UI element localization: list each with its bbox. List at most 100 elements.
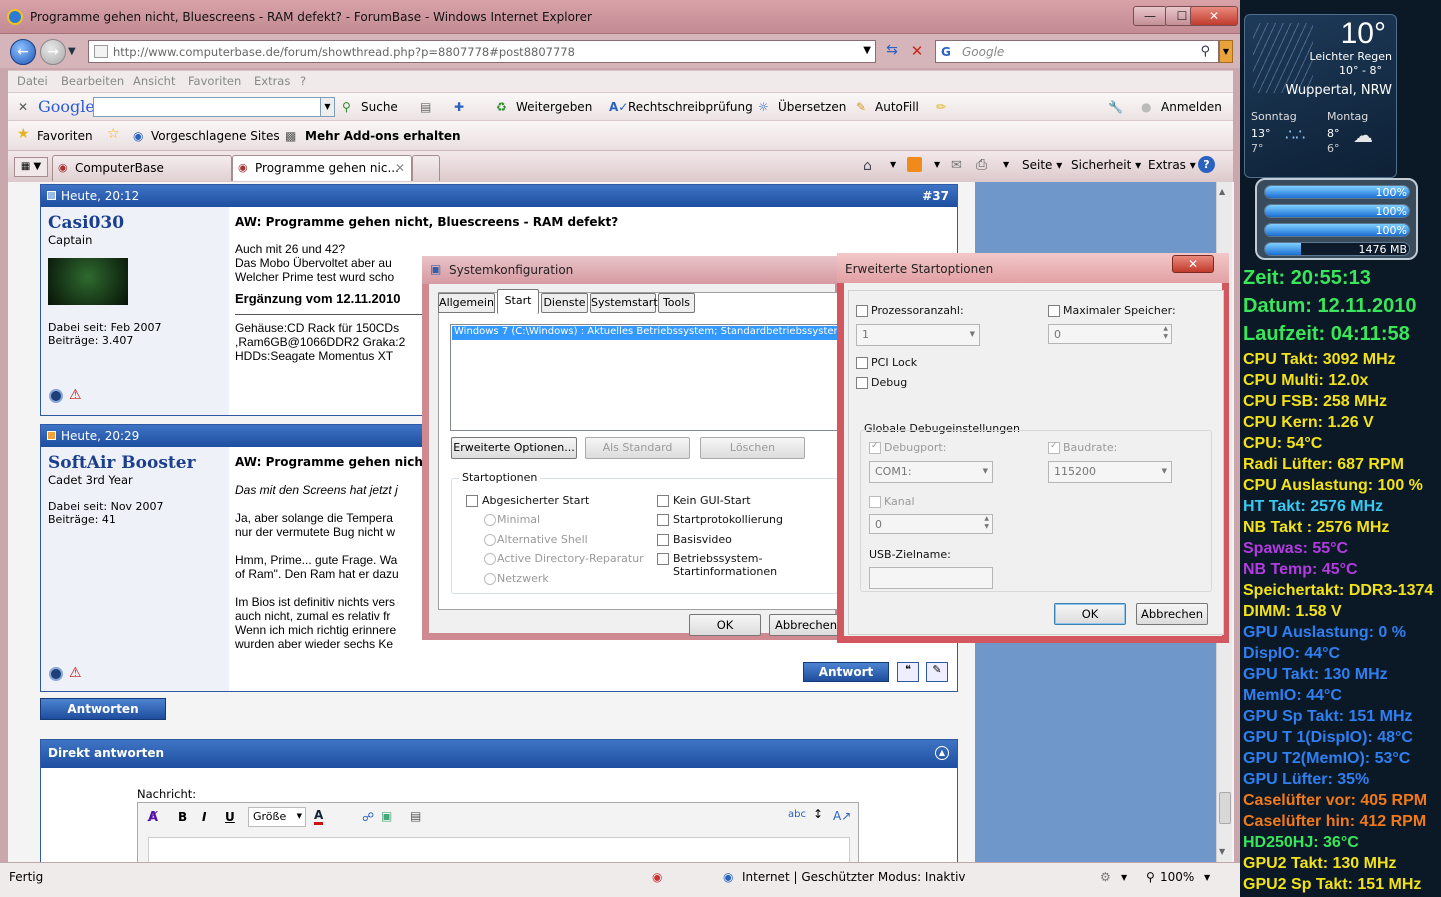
max-memory-input[interactable]: 0 ▲ ▼	[1048, 324, 1172, 344]
advanced-close-button[interactable]: ✕	[1172, 255, 1214, 273]
boot-entry-selected[interactable]: Windows 7 (C:\Windows) : Aktuelles Betri…	[452, 326, 838, 340]
boot-log-checkbox[interactable]	[657, 514, 669, 526]
zoom-level[interactable]: 100%	[1160, 870, 1194, 884]
os-boot-info-checkbox[interactable]	[657, 553, 669, 565]
security-menu[interactable]: Sicherheit ▾	[1071, 158, 1141, 172]
processor-count-checkbox[interactable]	[856, 305, 868, 317]
print-dropdown-icon[interactable]: ▼	[1003, 160, 1009, 169]
tab-tools[interactable]: Tools	[658, 293, 695, 313]
search-input[interactable]: G Google ⚲	[935, 40, 1219, 63]
report-icon[interactable]: ⚠	[69, 665, 82, 681]
menu-help[interactable]: ?	[300, 74, 306, 88]
popup-blocker-icon[interactable]: ◉	[652, 870, 662, 884]
protected-mode-icon[interactable]: ⚙	[1100, 870, 1111, 884]
address-bar[interactable]: http://www.computerbase.de/forum/showthr…	[88, 40, 876, 63]
google-search-button[interactable]: Suche	[361, 100, 398, 114]
tab-dienste[interactable]: Dienste	[541, 293, 588, 313]
tab-start[interactable]: Start	[497, 289, 539, 314]
quote-icon[interactable]: ❝	[897, 662, 919, 682]
boot-entries-list[interactable]: Windows 7 (C:\Windows) : Aktuelles Betri…	[450, 324, 840, 431]
spinner-icon[interactable]: ▲ ▼	[1163, 325, 1168, 341]
advanced-ok-button[interactable]: OK	[1054, 603, 1126, 625]
quote-wrap-icon[interactable]: ▤	[410, 809, 421, 823]
cpu-meter-gadget[interactable]: 100% 100% 100% 1476 MB	[1255, 178, 1418, 260]
image-icon[interactable]: ▣	[381, 809, 392, 823]
tab-close-icon[interactable]: ✕	[395, 161, 405, 175]
avatar[interactable]	[48, 258, 128, 305]
new-tab-button[interactable]	[412, 155, 440, 181]
more-addons-link[interactable]: Mehr Add-ons erhalten	[305, 129, 461, 143]
zone-text[interactable]: Internet | Geschützter Modus: Inaktiv	[742, 870, 966, 884]
spellcheck-editor-icon[interactable]: abc	[788, 809, 806, 820]
channel-input[interactable]: 0 ▲ ▼	[869, 514, 993, 534]
tools-menu[interactable]: Extras ▾	[1148, 158, 1196, 172]
no-gui-boot-checkbox[interactable]	[657, 495, 669, 507]
answer-button[interactable]: Antwort	[803, 662, 889, 682]
sysconfig-ok-button[interactable]: OK	[689, 614, 761, 636]
stop-icon[interactable]: ✕	[906, 42, 928, 62]
pagerank-icon[interactable]: ▤	[420, 100, 431, 114]
menu-extras[interactable]: Extras	[254, 74, 290, 88]
menu-ansicht[interactable]: Ansicht	[133, 74, 175, 88]
back-button[interactable]: ←	[10, 39, 36, 65]
search-options-icon[interactable]: ▼	[1219, 40, 1233, 63]
minimal-radio[interactable]	[484, 514, 496, 526]
base-video-checkbox[interactable]	[657, 534, 669, 546]
help-icon[interactable]: ?	[1198, 156, 1215, 173]
autofill-button[interactable]: AutoFill	[875, 100, 919, 114]
switch-mode-icon[interactable]: A↗	[833, 809, 851, 823]
share-button[interactable]: Weitergeben	[516, 100, 592, 114]
google-search-input[interactable]	[93, 97, 335, 117]
debug-checkbox[interactable]	[856, 377, 868, 389]
delete-button[interactable]: Löschen	[700, 437, 805, 459]
channel-checkbox[interactable]	[869, 496, 881, 508]
tab-systemstart[interactable]: Systemstart	[590, 293, 658, 313]
signin-button[interactable]: Anmelden	[1161, 100, 1222, 114]
highlighter-icon[interactable]: ✏	[936, 100, 946, 114]
link-icon[interactable]: ☍	[362, 810, 374, 824]
favorites-button[interactable]: Favoriten	[37, 129, 93, 143]
italic-icon[interactable]: I	[202, 810, 206, 824]
baudrate-checkbox[interactable]: ✓	[1048, 441, 1060, 454]
translate-button[interactable]: Übersetzen	[778, 100, 846, 114]
username[interactable]: SoftAir Booster	[48, 453, 196, 473]
sysconfig-cancel-button[interactable]: Abbrechen	[769, 614, 843, 636]
spinner-icon[interactable]: ▲ ▼	[984, 515, 989, 531]
history-dropdown-icon[interactable]: ▼	[68, 46, 76, 57]
processor-count-select[interactable]: 1 ▼	[856, 324, 980, 346]
google-search-dropdown-icon[interactable]: ▼	[320, 97, 335, 117]
close-toolbar-icon[interactable]: ✕	[18, 100, 28, 114]
advanced-cancel-button[interactable]: Abbrechen	[1136, 603, 1208, 625]
max-memory-checkbox[interactable]	[1048, 305, 1060, 317]
tab-computerbase[interactable]: ◉ ComputerBase	[52, 155, 232, 181]
feeds-dropdown-icon[interactable]: ▼	[934, 160, 940, 169]
print-icon[interactable]: ⎙	[976, 157, 987, 173]
address-dropdown-icon[interactable]: ▼	[863, 45, 871, 56]
set-default-button[interactable]: Als Standard	[585, 437, 690, 459]
bold-icon[interactable]: B	[178, 810, 187, 824]
alternate-shell-radio[interactable]	[484, 534, 496, 546]
menu-bearbeiten[interactable]: Bearbeiten	[61, 74, 124, 88]
forward-button[interactable]: →	[40, 39, 66, 65]
tab-active-thread[interactable]: ◉ Programme gehen nic... ✕	[232, 155, 412, 181]
mail-icon[interactable]: ✉	[951, 158, 962, 173]
zoom-dropdown-icon[interactable]: ▼	[1204, 873, 1210, 882]
refresh-icon[interactable]: ⇆	[880, 42, 904, 62]
text-color-icon[interactable]: A	[314, 808, 324, 825]
debugport-select[interactable]: COM1: ▼	[869, 461, 993, 483]
font-size-select[interactable]: Größe ▼	[248, 807, 306, 827]
menu-favoriten[interactable]: Favoriten	[188, 74, 241, 88]
suggested-sites-link[interactable]: Vorgeschlagene Sites	[151, 129, 280, 143]
home-dropdown-icon[interactable]: ▼	[890, 160, 896, 169]
resize-icon[interactable]: ↕	[813, 807, 823, 821]
advanced-options-button[interactable]: Erweiterte Optionen...	[451, 437, 577, 459]
network-radio[interactable]	[484, 573, 496, 585]
ad-repair-radio[interactable]	[484, 553, 496, 565]
weather-gadget[interactable]: 10° Leichter Regen 10° - 8° Wuppertal, N…	[1244, 14, 1397, 178]
home-icon[interactable]: ⌂	[863, 158, 872, 174]
username[interactable]: Casi030	[48, 213, 124, 233]
wrench-icon[interactable]: 🔧	[1108, 100, 1123, 114]
quick-tabs-icon[interactable]: ▦ ▼	[14, 157, 48, 177]
remove-format-icon[interactable]: A̸	[148, 810, 158, 825]
usb-target-input[interactable]	[869, 567, 993, 589]
